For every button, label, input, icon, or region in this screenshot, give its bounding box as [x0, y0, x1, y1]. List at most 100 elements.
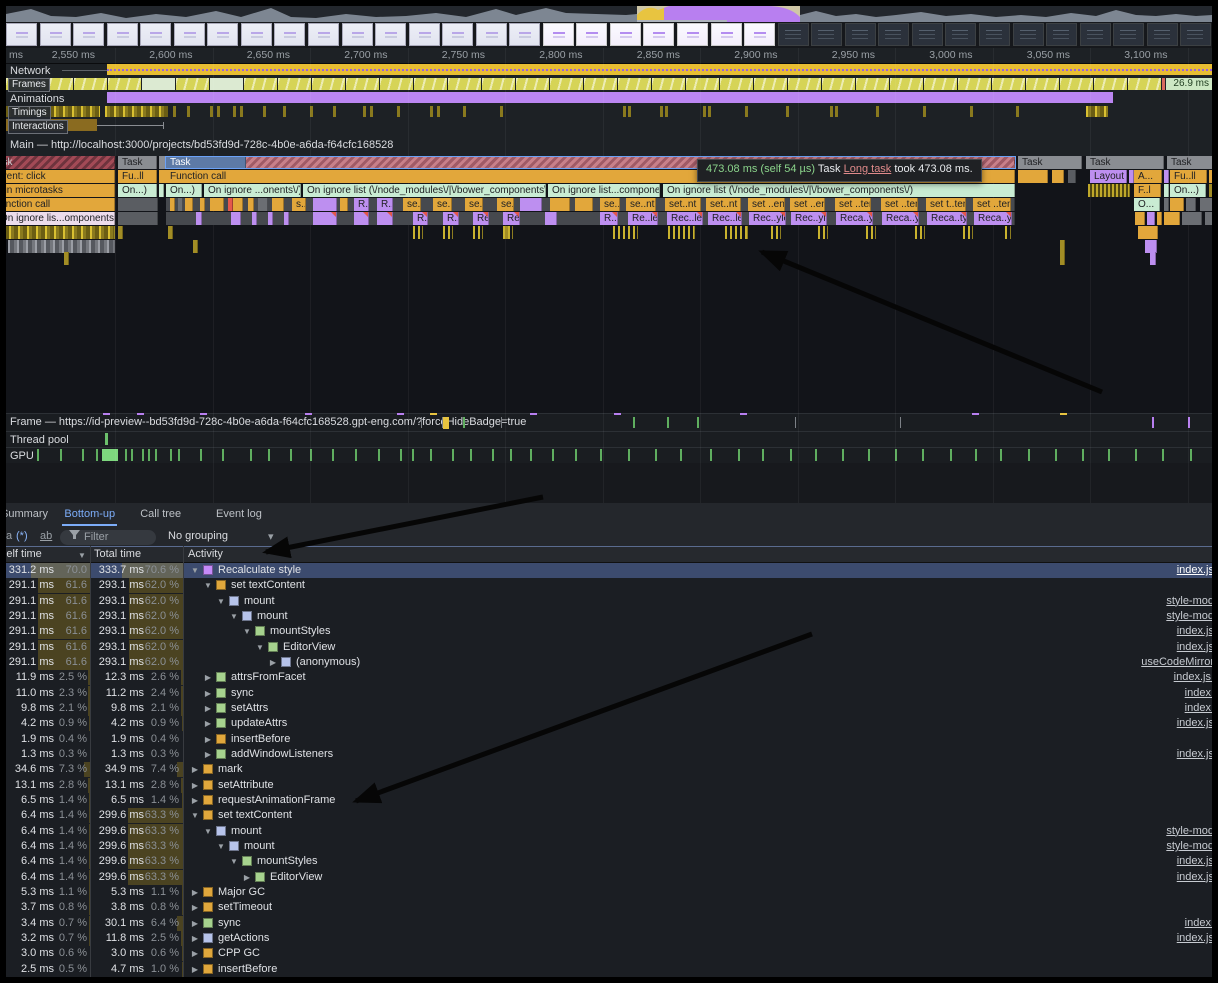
source-link[interactable]: style-mod — [1166, 839, 1212, 854]
filmstrip-thumbnail[interactable] — [140, 23, 171, 46]
flame-bar[interactable]: On ignore ...onents\/) — [204, 184, 301, 197]
partial-frame-cell[interactable] — [788, 78, 821, 90]
flame-bar[interactable]: se..t — [403, 198, 421, 211]
flame-bar[interactable]: se..nt — [600, 198, 620, 211]
table-row[interactable]: 6.4 ms1.4 %299.6 ms63.3 %▼mountstyle-mod — [6, 839, 1212, 854]
flame-bar[interactable]: Function call — [0, 198, 115, 211]
flame-bar-fragment[interactable] — [168, 226, 173, 239]
flame-bar[interactable]: Reca..yle — [836, 212, 873, 225]
flame-bar[interactable]: set ..ent — [790, 198, 825, 211]
flame-bar-fragment[interactable] — [1060, 252, 1065, 265]
filmstrip-thumbnail[interactable] — [174, 23, 205, 46]
partial-frame-cell[interactable] — [754, 78, 787, 90]
lane-label-timings[interactable]: Timings — [8, 106, 51, 120]
tree-collapse-arrow[interactable]: ▶ — [203, 701, 213, 716]
tree-collapse-arrow[interactable]: ▶ — [190, 885, 200, 900]
tree-collapse-arrow[interactable]: ▶ — [190, 931, 200, 946]
partial-frame-cell[interactable] — [584, 78, 617, 90]
col-header-activity[interactable]: Activity — [188, 548, 223, 560]
table-row[interactable]: 291.1 ms61.6 %293.1 ms62.0 %▼EditorViewi… — [6, 640, 1212, 655]
tree-collapse-arrow[interactable]: ▶ — [190, 916, 200, 931]
thread-pool-row[interactable]: Thread pool — [6, 431, 1212, 447]
filmstrip-thumbnail[interactable] — [811, 23, 842, 46]
flame-bar-fragment[interactable] — [210, 198, 224, 211]
filmstrip-thumbnail[interactable] — [342, 23, 373, 46]
source-link[interactable]: index.js — [1177, 716, 1212, 731]
lane-label-animations[interactable]: Animations — [10, 93, 64, 105]
column-divider[interactable] — [183, 546, 184, 977]
gpu-row[interactable]: GPU — [6, 447, 1212, 463]
col-header-total-time[interactable]: Total time — [94, 548, 141, 560]
table-row[interactable]: 291.1 ms61.6 %293.1 ms62.0 %▼mountStyles… — [6, 624, 1212, 639]
partial-frame-cell[interactable] — [1026, 78, 1059, 90]
flame-bar-fragment[interactable] — [818, 226, 828, 239]
flame-bar-fragment[interactable] — [185, 198, 193, 211]
filmstrip-thumbnail[interactable] — [207, 23, 238, 46]
partial-frame-cell[interactable] — [550, 78, 583, 90]
grouping-caret-icon[interactable]: ▾ — [268, 530, 274, 543]
flame-bar-fragment[interactable] — [1164, 184, 1169, 197]
flame-bar-fragment[interactable] — [575, 198, 593, 211]
tree-collapse-arrow[interactable]: ▶ — [203, 747, 213, 762]
flame-bar[interactable]: Layout — [1090, 170, 1127, 183]
flame-bar-fragment[interactable] — [178, 198, 183, 211]
lane-label-frames[interactable]: Frames — [8, 78, 50, 92]
flame-bar-fragment[interactable] — [1209, 184, 1218, 197]
partial-frame-cell[interactable] — [482, 78, 515, 90]
table-row[interactable]: 11.0 ms2.3 %11.2 ms2.4 %▶syncindex. — [6, 686, 1212, 701]
flame-bar[interactable]: s..t — [292, 198, 306, 211]
table-row[interactable]: 291.1 ms61.6 %293.1 ms62.0 %▶(anonymous)… — [6, 655, 1212, 670]
flame-bar-fragment[interactable] — [200, 198, 205, 211]
filmstrip-thumbnail[interactable] — [1013, 23, 1044, 46]
flame-bar-fragment[interactable] — [1186, 198, 1196, 211]
flame-bar-fragment[interactable] — [354, 212, 369, 225]
flame-bar-fragment[interactable] — [268, 212, 273, 225]
tree-collapse-arrow[interactable]: ▶ — [268, 655, 278, 670]
source-link[interactable]: style-mod — [1166, 609, 1212, 624]
table-row[interactable]: 1.9 ms0.4 %1.9 ms0.4 %▶insertBefore — [6, 732, 1212, 747]
flame-bar[interactable]: Task — [118, 156, 157, 169]
filmstrip-thumbnail[interactable] — [442, 23, 473, 46]
flame-bar[interactable]: On...) — [1170, 184, 1206, 197]
flame-bar[interactable]: R... — [354, 198, 369, 211]
table-row[interactable]: 6.4 ms1.4 %299.6 ms63.3 %▼mountStylesind… — [6, 854, 1212, 869]
flame-bar[interactable]: On ignore list (\/node_modules\/|\/bower… — [303, 184, 546, 197]
table-row[interactable]: 34.6 ms7.3 %34.9 ms7.4 %▶mark — [6, 762, 1212, 777]
partial-frame-cell[interactable] — [958, 78, 991, 90]
table-row[interactable]: 331.2 ms70.0 %333.7 ms70.6 %▼Recalculate… — [6, 563, 1212, 578]
flame-bar-fragment[interactable] — [1182, 212, 1202, 225]
tree-expand-arrow[interactable]: ▼ — [203, 824, 213, 839]
partial-frame-cell[interactable] — [516, 78, 549, 90]
flame-bar-fragment[interactable] — [771, 226, 781, 239]
main-thread-header[interactable]: Main — http://localhost:3000/projects/bd… — [10, 139, 393, 151]
tree-collapse-arrow[interactable]: ▶ — [190, 946, 200, 961]
flame-bar-fragment[interactable] — [668, 226, 695, 239]
flame-bar-fragment[interactable] — [231, 212, 241, 225]
filmstrip-thumbnail[interactable] — [40, 23, 71, 46]
flame-bar-fragment[interactable] — [866, 226, 876, 239]
flame-bar[interactable]: On ignore list...components\/) — [548, 184, 660, 197]
flame-bar-fragment[interactable] — [1170, 198, 1184, 211]
flame-bar[interactable]: R..e — [413, 212, 428, 225]
tree-expand-arrow[interactable]: ▼ — [216, 839, 226, 854]
filmstrip-thumbnail[interactable] — [308, 23, 339, 46]
filmstrip-thumbnail[interactable] — [1147, 23, 1178, 46]
flame-bar[interactable]: On ignore lis...omponents\/) — [0, 212, 115, 225]
tree-collapse-arrow[interactable]: ▶ — [190, 778, 200, 793]
flame-bar-fragment[interactable] — [550, 198, 570, 211]
lane-label-network[interactable]: Network — [10, 65, 50, 77]
filmstrip-thumbnail[interactable] — [375, 23, 406, 46]
animation-bar[interactable] — [107, 92, 1113, 103]
source-link[interactable]: index.js — [1177, 870, 1212, 885]
filmstrip-thumbnail[interactable] — [1046, 23, 1077, 46]
tree-expand-arrow[interactable]: ▼ — [203, 578, 213, 593]
flame-bar[interactable]: se..nt — [626, 198, 656, 211]
filmstrip-thumbnail[interactable] — [1113, 23, 1144, 46]
filmstrip-thumbnail[interactable] — [845, 23, 876, 46]
flame-bar-fragment[interactable] — [284, 212, 289, 225]
filmstrip-thumbnail[interactable] — [6, 23, 37, 46]
source-link[interactable]: index.js — [1177, 624, 1212, 639]
filmstrip-thumbnail[interactable] — [1180, 23, 1211, 46]
source-link[interactable]: index.js: — [1174, 670, 1212, 685]
flame-bar[interactable]: set..nt — [665, 198, 701, 211]
